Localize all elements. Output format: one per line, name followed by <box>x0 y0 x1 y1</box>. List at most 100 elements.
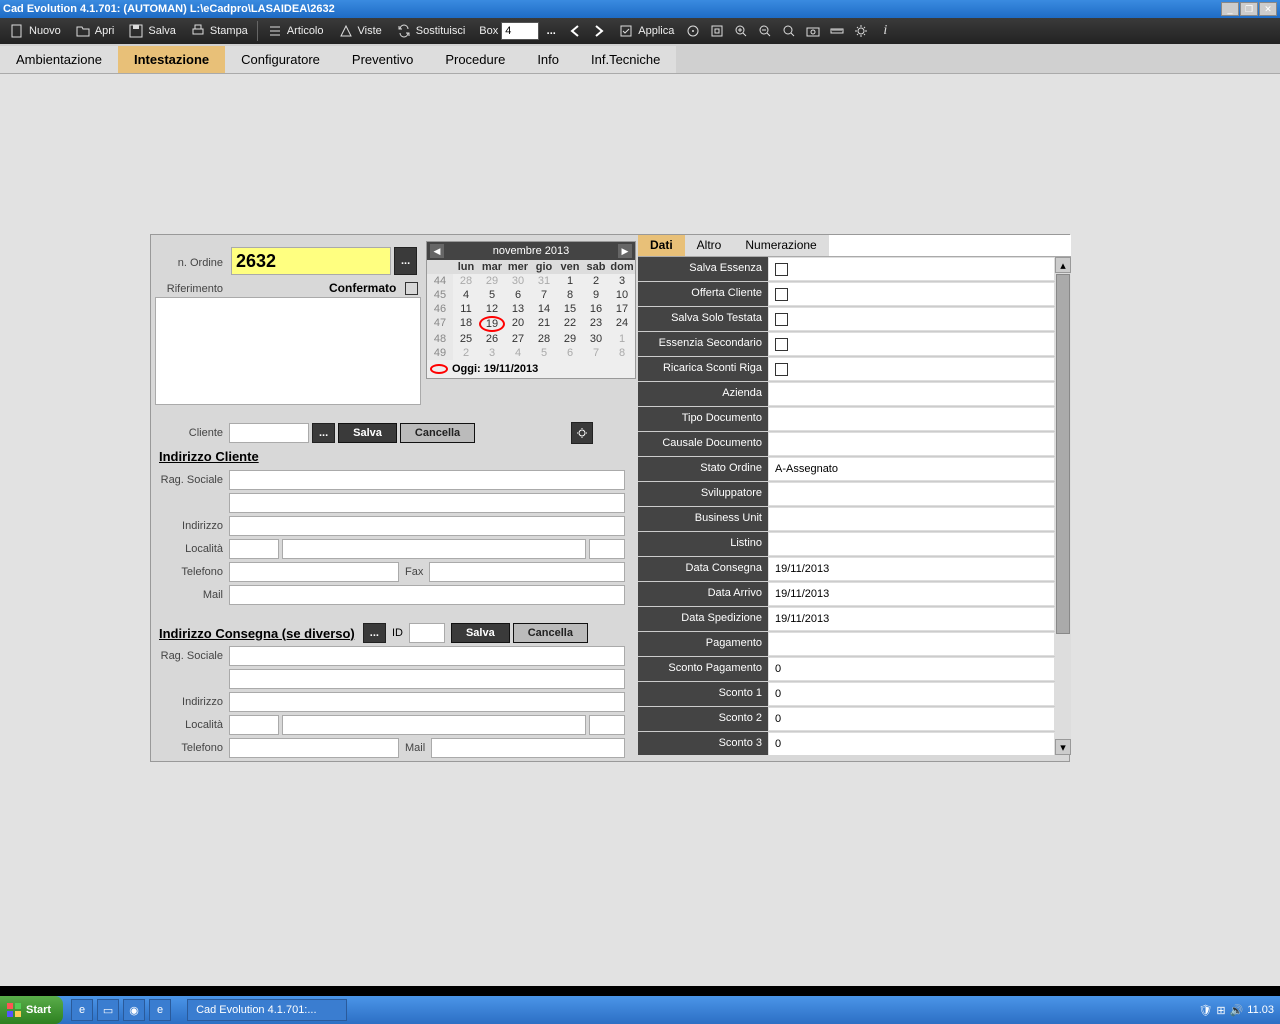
cal-cell[interactable]: 5 <box>531 346 557 360</box>
tray-icon[interactable]: ⊞ <box>1216 1004 1225 1017</box>
n-ordine-input[interactable] <box>231 247 391 275</box>
prev-button[interactable] <box>563 20 587 42</box>
cal-cell[interactable]: 4 <box>505 346 531 360</box>
cal-prev-button[interactable]: ◀ <box>430 244 444 258</box>
c-localita-input[interactable] <box>282 715 586 735</box>
cal-cell[interactable]: 13 <box>505 302 531 316</box>
viste-button[interactable]: Viste <box>331 20 389 42</box>
tray-icon[interactable]: 🛡 <box>1198 1004 1212 1017</box>
cliente-input[interactable] <box>229 423 309 443</box>
maximize-button[interactable]: ❐ <box>1240 2 1258 16</box>
tab-info[interactable]: Info <box>521 46 575 73</box>
cal-cell[interactable]: 28 <box>531 332 557 346</box>
prop-value[interactable] <box>768 407 1055 431</box>
prop-value[interactable] <box>768 332 1055 356</box>
quick-browser-icon[interactable]: e <box>149 999 171 1021</box>
prop-value[interactable] <box>768 307 1055 331</box>
cal-cell[interactable]: 1 <box>609 332 635 346</box>
nuovo-button[interactable]: Nuovo <box>2 20 68 42</box>
taskbar-app[interactable]: Cad Evolution 4.1.701:... <box>187 999 347 1021</box>
riferimento-textarea[interactable] <box>155 297 421 405</box>
prop-checkbox[interactable] <box>775 263 788 276</box>
quick-desktop-icon[interactable]: ▭ <box>97 999 119 1021</box>
prop-value[interactable] <box>768 432 1055 456</box>
c-cap-input[interactable] <box>229 715 279 735</box>
cap-input[interactable] <box>229 539 279 559</box>
prop-value[interactable] <box>768 357 1055 381</box>
fax-input[interactable] <box>429 562 625 582</box>
cal-next-button[interactable]: ▶ <box>618 244 632 258</box>
c-ragsoc2-input[interactable] <box>229 669 625 689</box>
camera-icon[interactable] <box>801 20 825 42</box>
tab-ambientazione[interactable]: Ambientazione <box>0 46 118 73</box>
consegna-more-button[interactable]: ... <box>363 623 386 643</box>
system-tray[interactable]: 🛡 ⊞ 🔊 11.03 <box>1192 1004 1280 1017</box>
quick-ie-icon[interactable]: e <box>71 999 93 1021</box>
sostituisci-button[interactable]: Sostituisci <box>389 20 473 42</box>
cal-cell[interactable]: 19 <box>479 316 505 332</box>
localita-input[interactable] <box>282 539 586 559</box>
id-input[interactable] <box>409 623 445 643</box>
prop-value[interactable] <box>768 382 1055 406</box>
cal-cell[interactable]: 20 <box>505 316 531 332</box>
prop-tab-altro[interactable]: Altro <box>685 235 734 256</box>
box-input[interactable] <box>501 22 539 40</box>
next-button[interactable] <box>587 20 611 42</box>
ruler-icon[interactable] <box>825 20 849 42</box>
cal-cell[interactable]: 3 <box>609 274 635 288</box>
prop-value[interactable] <box>768 532 1055 556</box>
cal-cell[interactable]: 4 <box>453 288 479 302</box>
cal-cell[interactable]: 6 <box>557 346 583 360</box>
prop-checkbox[interactable] <box>775 313 788 326</box>
info-icon[interactable]: i <box>873 20 897 42</box>
cal-cell[interactable]: 30 <box>583 332 609 346</box>
tab-inf.tecniche[interactable]: Inf.Tecniche <box>575 46 676 73</box>
zoom-in-icon[interactable] <box>729 20 753 42</box>
tab-preventivo[interactable]: Preventivo <box>336 46 429 73</box>
cal-cell[interactable]: 29 <box>479 274 505 288</box>
box-more-button[interactable]: ... <box>539 20 563 42</box>
prop-value[interactable]: 19/11/2013 <box>768 582 1055 606</box>
prop-value[interactable]: 0 <box>768 682 1055 706</box>
c-indirizzo-input[interactable] <box>229 692 625 712</box>
start-button[interactable]: Start <box>0 996 63 1024</box>
cal-cell[interactable]: 8 <box>609 346 635 360</box>
cal-cell[interactable]: 2 <box>583 274 609 288</box>
articolo-button[interactable]: Articolo <box>260 20 331 42</box>
minimize-button[interactable]: _ <box>1221 2 1239 16</box>
prop-checkbox[interactable] <box>775 288 788 301</box>
cal-cell[interactable]: 7 <box>531 288 557 302</box>
prop-checkbox[interactable] <box>775 363 788 376</box>
cal-cell[interactable]: 30 <box>505 274 531 288</box>
cal-cell[interactable]: 7 <box>583 346 609 360</box>
prop-tab-dati[interactable]: Dati <box>638 235 685 256</box>
cal-cell[interactable]: 3 <box>479 346 505 360</box>
prop-checkbox[interactable] <box>775 338 788 351</box>
cal-cell[interactable]: 29 <box>557 332 583 346</box>
stampa-button[interactable]: Stampa <box>183 20 255 42</box>
prop-value[interactable] <box>768 257 1055 281</box>
tab-procedure[interactable]: Procedure <box>429 46 521 73</box>
indirizzo-input[interactable] <box>229 516 625 536</box>
cal-cell[interactable]: 12 <box>479 302 505 316</box>
tray-icon[interactable]: 🔊 <box>1230 1004 1244 1017</box>
prop-value[interactable] <box>768 507 1055 531</box>
cal-cell[interactable]: 2 <box>453 346 479 360</box>
prop-value[interactable] <box>768 632 1055 656</box>
cal-cell[interactable]: 14 <box>531 302 557 316</box>
cliente-gear-button[interactable] <box>571 422 593 444</box>
cal-cell[interactable]: 24 <box>609 316 635 332</box>
apri-button[interactable]: Apri <box>68 20 122 42</box>
calendar-footer[interactable]: Oggi: 19/11/2013 <box>427 360 635 378</box>
prop-value[interactable] <box>768 482 1055 506</box>
cal-cell[interactable]: 21 <box>531 316 557 332</box>
applica-button[interactable]: Applica <box>611 20 681 42</box>
prop-value[interactable]: 0 <box>768 707 1055 731</box>
cal-cell[interactable]: 22 <box>557 316 583 332</box>
cal-cell[interactable]: 6 <box>505 288 531 302</box>
cal-cell[interactable]: 1 <box>557 274 583 288</box>
mail-input[interactable] <box>229 585 625 605</box>
zoom-fit-icon[interactable] <box>777 20 801 42</box>
prop-tab-numerazione[interactable]: Numerazione <box>733 235 828 256</box>
telefono-input[interactable] <box>229 562 399 582</box>
